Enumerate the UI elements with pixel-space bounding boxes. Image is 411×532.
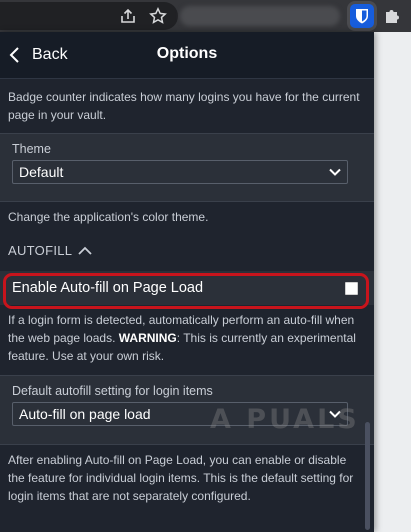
chevron-up-icon [78, 246, 92, 255]
theme-label: Theme [12, 142, 51, 156]
browser-toolbar [0, 0, 411, 32]
badge-counter-description: Badge counter indicates how many logins … [8, 90, 360, 122]
blurred-extensions [180, 6, 340, 26]
default-autofill-description: After enabling Auto-fill on Page Load, y… [8, 453, 354, 503]
autofill-on-page-load-label: Enable Auto-fill on Page Load [12, 280, 204, 296]
theme-select[interactable]: Default [12, 160, 348, 184]
autofill-heading-label: AUTOFILL [8, 243, 73, 258]
options-content: Badge counter indicates how many logins … [0, 79, 374, 505]
default-autofill-select-value: Auto-fill on page load [19, 406, 151, 422]
autofill-on-page-load-description: If a login form is detected, automatical… [0, 305, 374, 365]
default-autofill-label: Default autofill setting for login items [12, 384, 213, 398]
theme-description: Change the application's color theme. [8, 210, 209, 224]
theme-box: Theme Default [0, 133, 374, 202]
page-title: Options [156, 45, 218, 62]
extensions-puzzle-icon[interactable] [382, 6, 402, 26]
watermark: A PUALS [210, 404, 360, 435]
share-icon[interactable] [118, 6, 138, 26]
popup-header: Back Options [0, 32, 374, 79]
scrollbar[interactable] [365, 422, 370, 530]
warning-label: WARNING [118, 331, 177, 345]
autofill-on-page-load-checkbox[interactable] [345, 281, 358, 295]
bitwarden-icon[interactable] [350, 4, 374, 28]
dropdown-caret-icon [329, 168, 341, 176]
theme-select-value: Default [19, 164, 64, 180]
star-icon[interactable] [148, 6, 168, 26]
autofill-section-heading[interactable]: AUTOFILL [0, 243, 374, 258]
autofill-on-page-load-row[interactable]: Enable Auto-fill on Page Load [0, 271, 374, 309]
bitwarden-popup: Back Options Badge counter indicates how… [0, 32, 374, 532]
